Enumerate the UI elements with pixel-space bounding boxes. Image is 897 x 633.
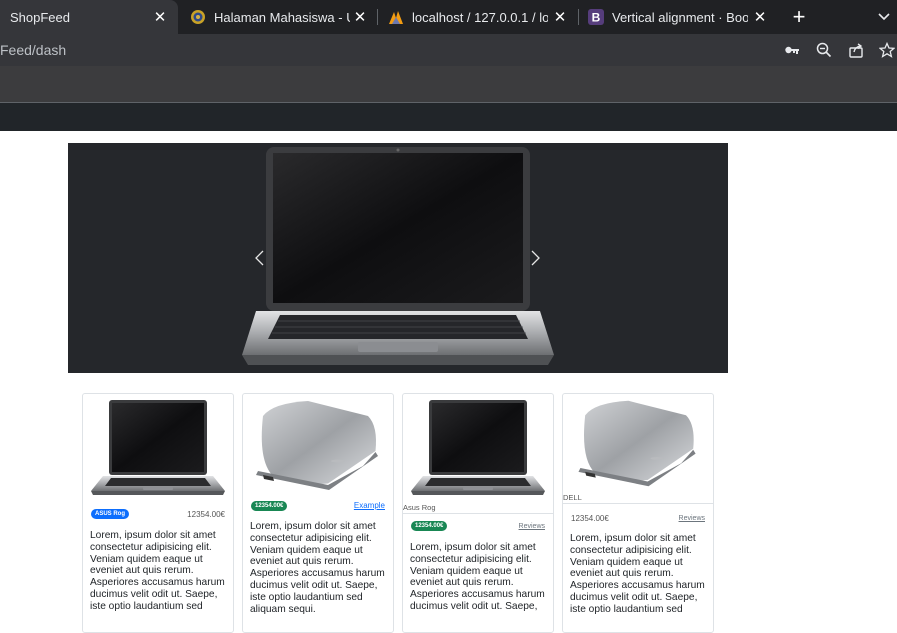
tab-title: localhost / 127.0.0.1 / log [412,9,548,25]
address-bar: Feed/dash [0,34,897,66]
svg-text:B: B [592,11,601,25]
close-icon[interactable]: ✕ [152,9,168,26]
product-card[interactable]: Asus Rog 12354.00€ Reviews Lorem, ipsum … [402,393,554,633]
tab-title: Vertical alignment · Boots [612,9,748,25]
phpmyadmin-icon [389,11,403,24]
product-card[interactable]: DELL 12354.00€ Reviews Lorem, ipsum dolo… [562,393,714,633]
product-image [578,400,696,487]
product-price: 12354.00€ [187,510,225,519]
close-icon[interactable]: ✕ [552,9,568,26]
tab-separator [578,9,579,25]
chevron-right-icon[interactable] [527,248,543,268]
reviews-link[interactable]: Reviews [679,515,705,522]
bootstrap-icon: B [588,9,604,25]
product-description: Lorem, ipsum dolor sit amet consectetur … [410,542,545,612]
tab-title: Halaman Mahasiswa - Uni [214,9,350,25]
zoom-out-icon[interactable] [816,42,832,58]
product-description: Lorem, ipsum dolor sit amet consectetur … [250,521,385,615]
chevron-left-icon[interactable] [252,248,268,268]
card-divider [563,503,713,504]
bookmarks-bar [0,66,897,103]
site-navbar [0,103,897,131]
price-badge: 12354.00€ [251,501,288,511]
close-icon[interactable]: ✕ [352,9,368,26]
product-card[interactable]: ASUS Rog 12354.00€ Lorem, ipsum dolor si… [82,393,234,633]
price-badge: 12354.00€ [411,521,448,531]
close-icon[interactable]: ✕ [752,9,768,26]
university-logo-icon [191,10,205,24]
brand-label: Asus Rog [403,503,436,512]
share-icon[interactable] [848,42,864,58]
tab-bar: ShopFeed ✕ Halaman Mahasiswa - Uni ✕ loc… [0,0,897,34]
product-image [411,400,545,495]
carousel-laptop-image [242,147,554,365]
tab-phpmyadmin[interactable]: localhost / 127.0.0.1 / log ✕ [384,0,578,34]
product-description: Lorem, ipsum dolor sit amet consectetur … [90,530,225,612]
product-description: Lorem, ipsum dolor sit amet consectetur … [570,533,705,615]
url-field[interactable]: Feed/dash [0,34,66,66]
key-icon[interactable] [784,42,800,58]
product-card[interactable]: 12354.00€ Example Lorem, ipsum dolor sit… [242,393,394,633]
tab-shopfeed[interactable]: ShopFeed ✕ [0,0,178,34]
chevron-down-icon[interactable] [876,6,892,26]
new-tab-icon[interactable]: + [789,6,809,28]
example-link[interactable]: Example [354,501,385,510]
product-carousel [68,143,728,373]
tab-bootstrap-docs[interactable]: B Vertical alignment · Boots ✕ [584,0,778,34]
tab-halaman-mahasiswa[interactable]: Halaman Mahasiswa - Uni ✕ [186,0,378,34]
bookmark-star-icon[interactable] [879,42,895,58]
product-price: 12354.00€ [571,514,609,523]
tab-title: ShopFeed [10,9,70,25]
product-image [91,400,225,495]
product-image [256,401,378,490]
reviews-link[interactable]: Reviews [519,523,545,530]
tab-separator [377,9,378,25]
brand-badge: ASUS Rog [91,509,129,519]
brand-label: DELL [563,493,582,502]
card-divider [403,513,553,514]
